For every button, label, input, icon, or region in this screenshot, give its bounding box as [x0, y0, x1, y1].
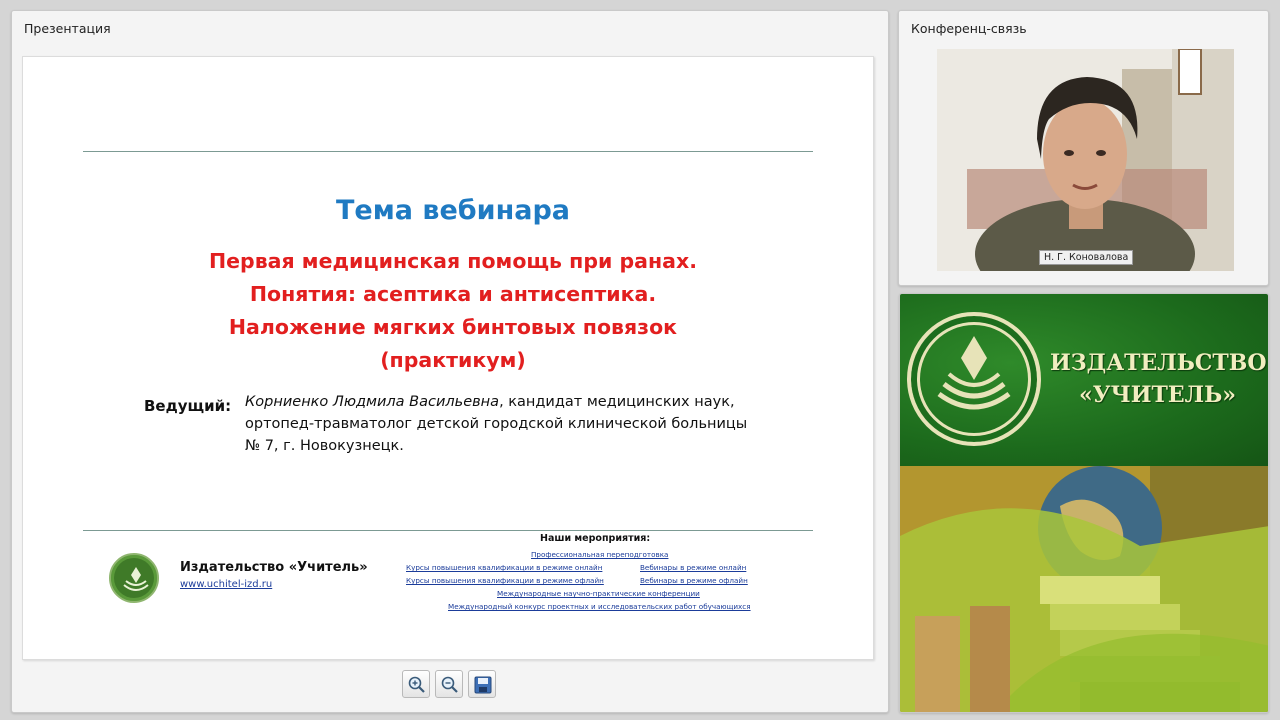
event-link-contest[interactable]: Международный конкурс проектных и исслед…	[448, 602, 751, 611]
publisher-banner-logo	[907, 312, 1041, 446]
presentation-panel: Презентация Тема вебинара Первая медицин…	[11, 10, 889, 713]
event-link-courses-online[interactable]: Курсы повышения квалификации в режиме он…	[406, 563, 602, 572]
banner-line-2: «УЧИТЕЛЬ»	[1079, 382, 1236, 408]
topic-line-2: Понятия: асептика и антисептика.	[249, 282, 657, 306]
slide-heading: Тема вебинара	[335, 195, 570, 226]
event-link-webinars-online[interactable]: Вебинары в режиме онлайн	[640, 563, 746, 572]
books-and-globe-image	[900, 466, 1268, 712]
participant-name-tag: Н. Г. Коновалова	[1039, 250, 1134, 265]
save-button[interactable]	[468, 670, 496, 698]
event-link-conferences[interactable]: Международные научно-практические конфер…	[497, 589, 700, 598]
publisher-url-link[interactable]: www.uchitel-izd.ru	[180, 579, 272, 590]
slide: Тема вебинара Первая медицинская помощь …	[22, 56, 874, 660]
publisher-logo	[109, 553, 159, 603]
video-feed[interactable]: Н. Г. Коновалова	[937, 49, 1234, 271]
banner-line-1: ИЗДАТЕЛЬСТВО	[1050, 350, 1267, 376]
conference-panel-title: Конференц-связь	[911, 21, 1027, 36]
zoom-in-button[interactable]	[402, 670, 430, 698]
host-desc-3: № 7, г. Новокузнецк.	[245, 438, 404, 454]
book-emblem-icon	[123, 567, 149, 591]
presentation-panel-title: Презентация	[24, 21, 111, 36]
host-desc-1: , кандидат медицинских наук,	[499, 394, 735, 410]
banner-books-image	[900, 466, 1268, 712]
book-emblem-icon	[937, 336, 1011, 410]
host-name: Корниенко Людмила Васильевна	[245, 394, 500, 410]
event-link-webinars-offline[interactable]: Вебинары в режиме офлайн	[640, 576, 748, 585]
participant-video-image	[937, 49, 1234, 271]
events-title: Наши мероприятия:	[540, 533, 651, 544]
slide-divider-top	[83, 151, 813, 152]
publisher-name: Издательство «Учитель»	[180, 560, 368, 575]
host-label: Ведущий:	[144, 397, 232, 415]
zoom-in-icon	[408, 676, 425, 693]
save-icon	[474, 676, 492, 694]
host-desc-2: ортопед-травматолог детской городской кл…	[245, 416, 748, 432]
event-link-courses-offline[interactable]: Курсы повышения квалификации в режиме оф…	[406, 576, 604, 585]
banner-top: ИЗДАТЕЛЬСТВО «УЧИТЕЛЬ»	[900, 294, 1268, 466]
event-link-retraining[interactable]: Профессиональная переподготовка	[531, 550, 668, 559]
conference-panel: Конференц-связь Н. Г. Коновалова	[898, 10, 1269, 286]
zoom-out-icon	[441, 676, 458, 693]
zoom-out-button[interactable]	[435, 670, 463, 698]
publisher-banner[interactable]: ИЗДАТЕЛЬСТВО «УЧИТЕЛЬ»	[899, 293, 1269, 713]
topic-line-3: Наложение мягких бинтовых повязок	[228, 315, 678, 339]
topic-line-1: Первая медицинская помощь при ранах.	[208, 249, 698, 273]
slide-divider-bottom	[83, 530, 813, 531]
host-description: Корниенко Людмила Васильевна, кандидат м…	[245, 391, 765, 457]
topic-line-4: (практикум)	[380, 348, 526, 372]
